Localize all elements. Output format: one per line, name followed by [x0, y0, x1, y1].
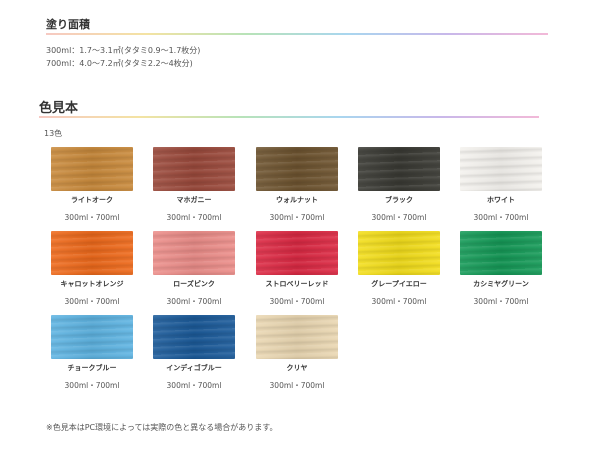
- swatch-sizes: 300ml・700ml: [473, 213, 529, 222]
- coverage-300ml: 300ml：1.7〜3.1㎡(タタミ0.9〜1.7枚分): [46, 46, 201, 55]
- color-swatch: [358, 147, 440, 191]
- swatch-card: マホガニー 300ml・700ml: [153, 147, 235, 223]
- color-swatch: [358, 231, 440, 275]
- swatch-sizes: 300ml・700ml: [371, 213, 427, 222]
- swatch-sizes: 300ml・700ml: [166, 381, 222, 390]
- swatch-name: ライトオーク: [71, 196, 113, 204]
- color-swatch: [256, 147, 338, 191]
- swatch-card: ライトオーク 300ml・700ml: [51, 147, 133, 223]
- color-swatch: [460, 147, 542, 191]
- color-swatch: [460, 231, 542, 275]
- swatch-card: グレープイエロー 300ml・700ml: [358, 231, 440, 307]
- color-swatch: [51, 147, 133, 191]
- swatch-name: カシミヤグリーン: [473, 280, 529, 288]
- color-swatch: [153, 231, 235, 275]
- swatch-name: インディゴブルー: [166, 364, 222, 372]
- swatch-sizes: 300ml・700ml: [269, 297, 325, 306]
- coverage-divider: [46, 33, 548, 35]
- wood-grain-texture: [460, 231, 542, 275]
- swatch-sizes: 300ml・700ml: [64, 297, 120, 306]
- coverage-title: 塗り面積: [46, 18, 90, 31]
- wood-grain-texture: [153, 231, 235, 275]
- swatch-sizes: 300ml・700ml: [473, 297, 529, 306]
- swatch-name: チョークブルー: [67, 364, 117, 372]
- wood-grain-texture: [358, 147, 440, 191]
- wood-grain-texture: [51, 315, 133, 359]
- swatch-card: クリヤ 300ml・700ml: [256, 315, 338, 391]
- swatch-card: ストロベリーレッド 300ml・700ml: [256, 231, 338, 307]
- color-samples-divider: [39, 116, 539, 118]
- swatch-sizes: 300ml・700ml: [64, 213, 120, 222]
- wood-grain-texture: [153, 315, 235, 359]
- swatch-card: チョークブルー 300ml・700ml: [51, 315, 133, 391]
- disclaimer-note: ※色見本はPC環境によっては実際の色と異なる場合があります。: [46, 423, 278, 432]
- swatch-sizes: 300ml・700ml: [166, 213, 222, 222]
- wood-grain-texture: [358, 231, 440, 275]
- swatch-name: ローズピンク: [173, 280, 215, 288]
- color-swatch: [153, 315, 235, 359]
- swatch-sizes: 300ml・700ml: [269, 213, 325, 222]
- swatch-card: キャロットオレンジ 300ml・700ml: [51, 231, 133, 307]
- wood-grain-texture: [256, 231, 338, 275]
- swatch-name: グレープイエロー: [371, 280, 427, 288]
- wood-grain-texture: [153, 147, 235, 191]
- color-swatch: [153, 147, 235, 191]
- swatch-sizes: 300ml・700ml: [269, 381, 325, 390]
- swatch-card: カシミヤグリーン 300ml・700ml: [460, 231, 542, 307]
- swatch-card: インディゴブルー 300ml・700ml: [153, 315, 235, 391]
- color-swatch: [51, 315, 133, 359]
- swatch-name: ホワイト: [487, 196, 515, 204]
- swatch-name: クリヤ: [286, 364, 308, 372]
- swatch-card: ホワイト 300ml・700ml: [460, 147, 542, 223]
- swatch-card: ローズピンク 300ml・700ml: [153, 231, 235, 307]
- swatch-card: ウォルナット 300ml・700ml: [256, 147, 338, 223]
- swatch-name: ストロベリーレッド: [265, 280, 329, 288]
- color-count: 13色: [44, 129, 63, 138]
- swatch-sizes: 300ml・700ml: [371, 297, 427, 306]
- color-swatch: [256, 315, 338, 359]
- swatch-card: ブラック 300ml・700ml: [358, 147, 440, 223]
- swatch-sizes: 300ml・700ml: [64, 381, 120, 390]
- color-swatch: [256, 231, 338, 275]
- swatch-name: ブラック: [385, 196, 413, 204]
- wood-grain-texture: [51, 231, 133, 275]
- swatch-sizes: 300ml・700ml: [166, 297, 222, 306]
- wood-grain-texture: [51, 147, 133, 191]
- wood-grain-texture: [460, 147, 542, 191]
- wood-grain-texture: [256, 315, 338, 359]
- wood-grain-texture: [256, 147, 338, 191]
- swatch-name: ウォルナット: [276, 196, 318, 204]
- coverage-700ml: 700ml：4.0〜7.2㎡(タタミ2.2〜4枚分): [46, 59, 193, 68]
- color-swatch: [51, 231, 133, 275]
- swatch-name: マホガニー: [176, 196, 212, 204]
- swatch-name: キャロットオレンジ: [60, 280, 124, 288]
- color-samples-title: 色見本: [39, 101, 79, 116]
